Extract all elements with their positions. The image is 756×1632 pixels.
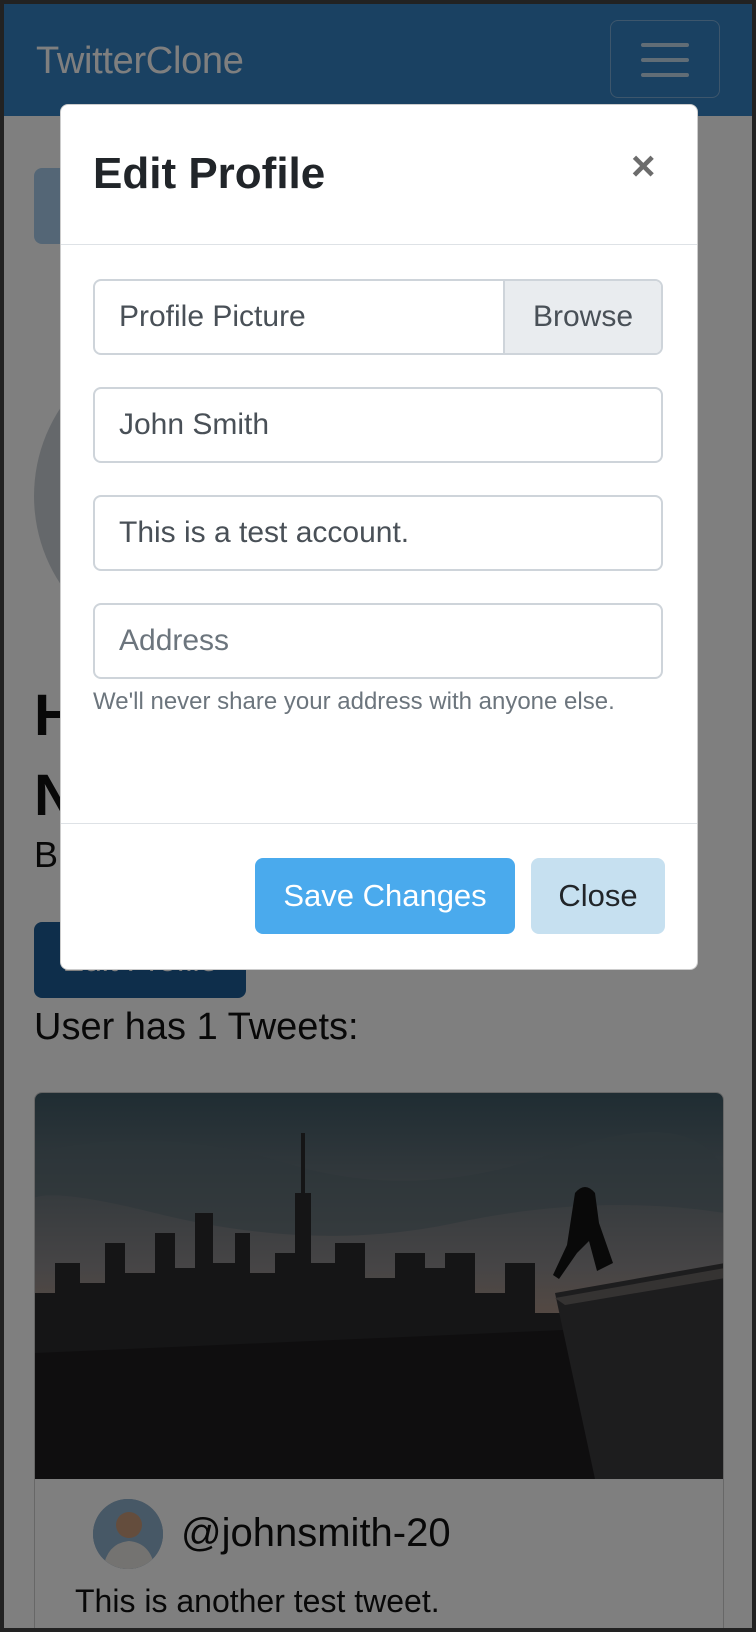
file-input-label: Profile Picture [119,300,306,333]
address-help-text: We'll never share your address with anyo… [93,688,615,715]
app-frame: TwitterClone HN B Edit Profile User has … [0,0,756,1632]
save-changes-button[interactable]: Save Changes [255,858,515,934]
bio-input[interactable]: This is a test account. [93,495,663,571]
modal-title: Edit Profile [93,149,326,198]
modal-footer: Save Changes Close [61,823,697,969]
name-input[interactable]: John Smith [93,387,663,463]
browse-button[interactable]: Browse [503,281,661,353]
modal-header: Edit Profile × [61,105,697,245]
profile-picture-file-input[interactable]: Profile Picture Browse [93,279,663,355]
address-input[interactable]: Address [93,603,663,679]
close-button[interactable]: Close [531,858,665,934]
close-icon[interactable]: × [631,145,656,187]
edit-profile-modal: Edit Profile × Profile Picture Browse Jo… [60,104,698,970]
